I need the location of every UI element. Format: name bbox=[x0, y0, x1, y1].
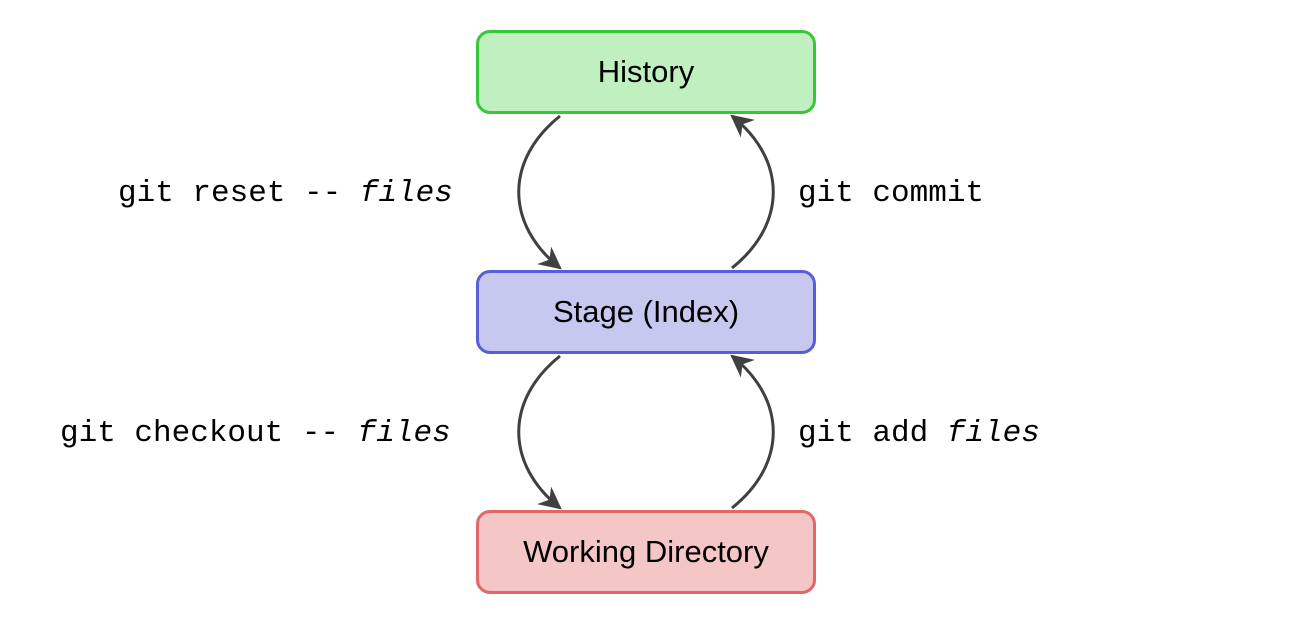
node-history-label: History bbox=[598, 54, 694, 90]
cmd-git-checkout-arg: files bbox=[358, 416, 451, 451]
cmd-git-checkout: git checkout -- files bbox=[60, 416, 451, 451]
node-working: Working Directory bbox=[476, 510, 816, 594]
cmd-git-add-arg: files bbox=[947, 416, 1040, 451]
cmd-git-reset-text: git reset -- bbox=[118, 176, 360, 211]
git-state-diagram: History Stage (Index) Working Directory … bbox=[0, 0, 1292, 632]
cmd-git-add-text: git add bbox=[798, 416, 947, 451]
arrow-history-to-stage bbox=[519, 116, 560, 268]
cmd-git-add: git add files bbox=[798, 416, 1040, 451]
arrow-stage-to-working bbox=[519, 356, 560, 508]
node-working-label: Working Directory bbox=[523, 534, 769, 570]
cmd-git-checkout-text: git checkout -- bbox=[60, 416, 358, 451]
cmd-git-commit-text: git commit bbox=[798, 176, 984, 211]
node-history: History bbox=[476, 30, 816, 114]
node-stage: Stage (Index) bbox=[476, 270, 816, 354]
node-stage-label: Stage (Index) bbox=[553, 294, 739, 330]
arrow-stage-to-history bbox=[732, 116, 773, 268]
cmd-git-reset: git reset -- files bbox=[118, 176, 453, 211]
cmd-git-reset-arg: files bbox=[360, 176, 453, 211]
cmd-git-commit: git commit bbox=[798, 176, 984, 211]
arrow-working-to-stage bbox=[732, 356, 773, 508]
